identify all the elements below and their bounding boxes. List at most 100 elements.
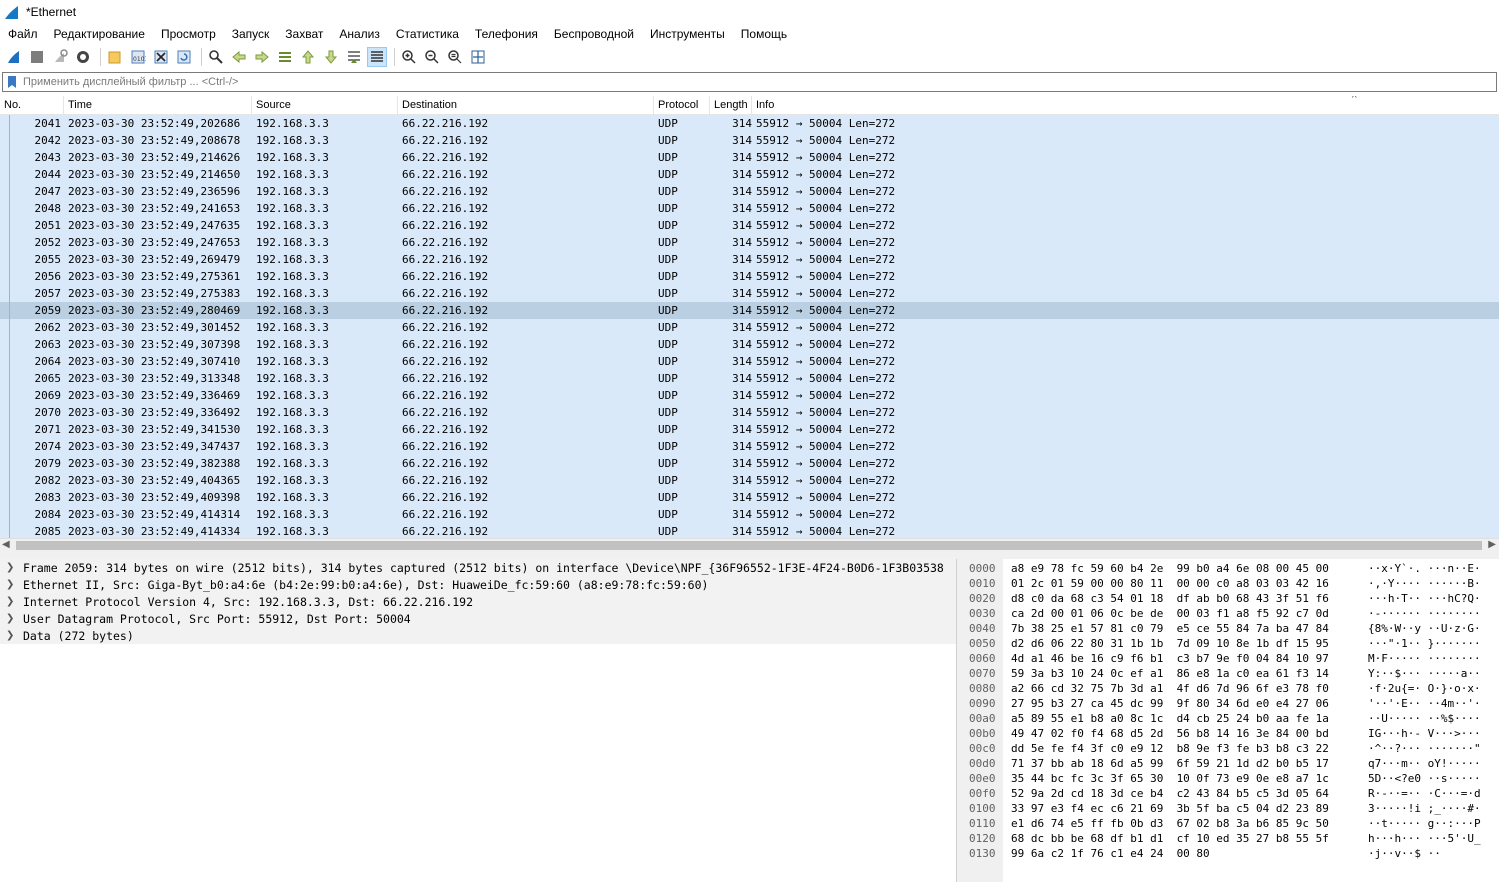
shark-fin-start-icon[interactable] [4,47,24,67]
table-row[interactable]: 2082 2023-03-30 23:52:49,404365 192.168.3.… [0,472,1499,489]
hex-row[interactable]: 0090 27 95 b3 27 ca 45 dc 99 9f 80 34 6d … [963,696,1499,711]
hex-row[interactable]: 0080 a2 66 cd 32 75 7b 3d a1 4f d6 7d 96 … [963,681,1499,696]
table-row[interactable]: 2042 2023-03-30 23:52:49,208678 192.168.3.… [0,132,1499,149]
column-header-time[interactable]: Time [64,96,252,114]
hex-row[interactable]: 00f0 52 9a 2d cd 18 3d ce b4 c2 43 84 b5 … [963,786,1499,801]
save-file-icon[interactable]: 0101 [128,47,148,67]
table-row[interactable]: 2043 2023-03-30 23:52:49,214626 192.168.3.… [0,149,1499,166]
zoom-out-icon[interactable] [422,47,442,67]
menu-item[interactable]: Инструменты [642,24,733,44]
packet-list-hscrollbar[interactable]: ◀ ▶ [0,538,1499,552]
capture-options-icon[interactable] [73,47,93,67]
menu-item[interactable]: Анализ [331,24,388,44]
go-back-icon[interactable] [229,47,249,67]
scroll-thumb[interactable] [16,541,1482,550]
hex-row[interactable]: 0030 ca 2d 00 01 06 0c be de 00 03 f1 a8 … [963,606,1499,621]
menu-item[interactable]: Редактирование [46,24,153,44]
column-header-protocol[interactable]: Protocol [654,96,710,114]
column-header-info[interactable]: Info [752,96,1499,114]
table-row-selected[interactable]: 2059 2023-03-30 23:52:49,280469 192.168.3.… [0,302,1499,319]
table-row[interactable]: 2064 2023-03-30 23:52:49,307410 192.168.3.… [0,353,1499,370]
hex-row[interactable]: 0060 4d a1 46 be 16 c9 f6 b1 c3 b7 9e f0 … [963,651,1499,666]
table-row[interactable]: 2074 2023-03-30 23:52:49,347437 192.168.3.… [0,438,1499,455]
stop-capture-icon[interactable] [27,47,47,67]
table-row[interactable]: 2041 2023-03-30 23:52:49,202686 192.168.3.… [0,115,1499,132]
menu-item[interactable]: Беспроводной [546,24,642,44]
resize-columns-icon[interactable] [468,47,488,67]
scroll-right-icon[interactable]: ▶ [1488,539,1496,550]
chevron-right-icon[interactable]: ❯ [6,579,20,590]
table-row[interactable]: 2048 2023-03-30 23:52:49,241653 192.168.3.… [0,200,1499,217]
column-header-destination[interactable]: Destination [398,96,654,114]
open-file-icon[interactable] [105,47,125,67]
first-packet-icon[interactable] [298,47,318,67]
table-row[interactable]: 2056 2023-03-30 23:52:49,275361 192.168.3.… [0,268,1499,285]
hex-row[interactable]: 00a0 a5 89 55 e1 b8 a0 8c 1c d4 cb 25 24 … [963,711,1499,726]
table-row[interactable]: 2047 2023-03-30 23:52:49,236596 192.168.3.… [0,183,1499,200]
chevron-right-icon[interactable]: ❯ [6,630,20,641]
close-file-icon[interactable] [151,47,171,67]
go-forward-icon[interactable] [252,47,272,67]
table-row[interactable]: 2057 2023-03-30 23:52:49,275383 192.168.3.… [0,285,1499,302]
normal-size-icon[interactable] [445,47,465,67]
hex-row[interactable]: 00c0 dd 5e fe f4 3f c0 e9 12 b8 9e f3 fe … [963,741,1499,756]
hex-row[interactable]: 0100 33 97 e3 f4 ec c6 21 69 3b 5f ba c5 … [963,801,1499,816]
table-row[interactable]: 2051 2023-03-30 23:52:49,247635 192.168.3.… [0,217,1499,234]
tree-item[interactable]: ❯ Frame 2059: 314 bytes on wire (2512 bit… [0,559,956,576]
hex-row[interactable]: 0010 01 2c 01 59 00 00 80 11 00 00 c0 a8 … [963,576,1499,591]
go-to-packet-icon[interactable] [275,47,295,67]
menu-item[interactable]: Помощь [733,24,795,44]
chevron-right-icon[interactable]: ❯ [6,562,20,573]
colorize-icon[interactable] [367,47,387,67]
menu-item[interactable]: Файл [0,24,46,44]
hex-row[interactable]: 0130 99 6a c2 1f 76 c1 e4 24 00 80 ·j··v··… [963,846,1499,861]
column-header-no[interactable]: No. [0,96,64,114]
hex-row[interactable]: 0120 68 dc bb be 68 df b1 d1 cf 10 ed 35 … [963,831,1499,846]
table-row[interactable]: 2063 2023-03-30 23:52:49,307398 192.168.3.… [0,336,1499,353]
filter-bookmark-icon[interactable] [5,74,19,90]
hex-row[interactable]: 00b0 49 47 02 f0 f4 68 d5 2d 56 b8 14 16 … [963,726,1499,741]
tree-item[interactable]: ❯ User Datagram Protocol, Src Port: 55912… [0,610,956,627]
table-row[interactable]: 2055 2023-03-30 23:52:49,269479 192.168.3.… [0,251,1499,268]
table-row[interactable]: 2084 2023-03-30 23:52:49,414314 192.168.3.… [0,506,1499,523]
menu-item[interactable]: Просмотр [153,24,224,44]
column-header-length[interactable]: Length [710,96,752,114]
table-row[interactable]: 2070 2023-03-30 23:52:49,336492 192.168.3.… [0,404,1499,421]
reload-file-icon[interactable] [174,47,194,67]
hex-row[interactable]: 0000 a8 e9 78 fc 59 60 b4 2e 99 b0 a4 6e … [963,561,1499,576]
hex-row[interactable]: 00d0 71 37 bb ab 18 6d a5 99 6f 59 21 1d … [963,756,1499,771]
tree-item[interactable]: ❯ Ethernet II, Src: Giga-Byt_b0:a4:6e (b4… [0,576,956,593]
hex-row[interactable]: 0040 7b 38 25 e1 57 81 c0 79 e5 ce 55 84 … [963,621,1499,636]
tree-item[interactable]: ❯ Data (272 bytes) [0,627,956,644]
table-row[interactable]: 2079 2023-03-30 23:52:49,382388 192.168.3.… [0,455,1499,472]
menu-item[interactable]: Запуск [224,24,278,44]
display-filter-input[interactable] [23,76,1496,88]
restart-capture-icon[interactable] [50,47,70,67]
chevron-right-icon[interactable]: ❯ [6,596,20,607]
menu-item[interactable]: Захват [277,24,331,44]
menu-item[interactable]: Статистика [388,24,467,44]
hex-row[interactable]: 0110 e1 d6 74 e5 ff fb 0b d3 67 02 b8 3a … [963,816,1499,831]
menu-item[interactable]: Телефония [467,24,546,44]
table-row[interactable]: 2085 2023-03-30 23:52:49,414334 192.168.3.… [0,523,1499,538]
hex-row[interactable]: 00e0 35 44 bc fc 3c 3f 65 30 10 0f 73 e9 … [963,771,1499,786]
scroll-left-icon[interactable]: ◀ [2,539,10,550]
column-header-source[interactable]: Source [252,96,398,114]
table-row[interactable]: 2052 2023-03-30 23:52:49,247653 192.168.3.… [0,234,1499,251]
hex-row[interactable]: 0070 59 3a b3 10 24 0c ef a1 86 e8 1a c0 … [963,666,1499,681]
chevron-right-icon[interactable]: ❯ [6,613,20,624]
find-packet-icon[interactable] [206,47,226,67]
tree-item[interactable]: ❯ Internet Protocol Version 4, Src: 192.1… [0,593,956,610]
auto-scroll-icon[interactable] [344,47,364,67]
table-row[interactable]: 2083 2023-03-30 23:52:49,409398 192.168.3.… [0,489,1499,506]
hex-row[interactable]: 0050 d2 d6 06 22 80 31 1b 1b 7d 09 10 8e … [963,636,1499,651]
last-packet-icon[interactable] [321,47,341,67]
table-row[interactable]: 2044 2023-03-30 23:52:49,214650 192.168.3.… [0,166,1499,183]
table-row[interactable]: 2062 2023-03-30 23:52:49,301452 192.168.3.… [0,319,1499,336]
zoom-in-icon[interactable] [399,47,419,67]
table-row[interactable]: 2065 2023-03-30 23:52:49,313348 192.168.3.… [0,370,1499,387]
pane-splitter[interactable] [0,552,1499,559]
hex-row[interactable]: 0020 d8 c0 da 68 c3 54 01 18 df ab b0 68 … [963,591,1499,606]
table-row[interactable]: 2071 2023-03-30 23:52:49,341530 192.168.3.… [0,421,1499,438]
table-row[interactable]: 2069 2023-03-30 23:52:49,336469 192.168.3.… [0,387,1499,404]
